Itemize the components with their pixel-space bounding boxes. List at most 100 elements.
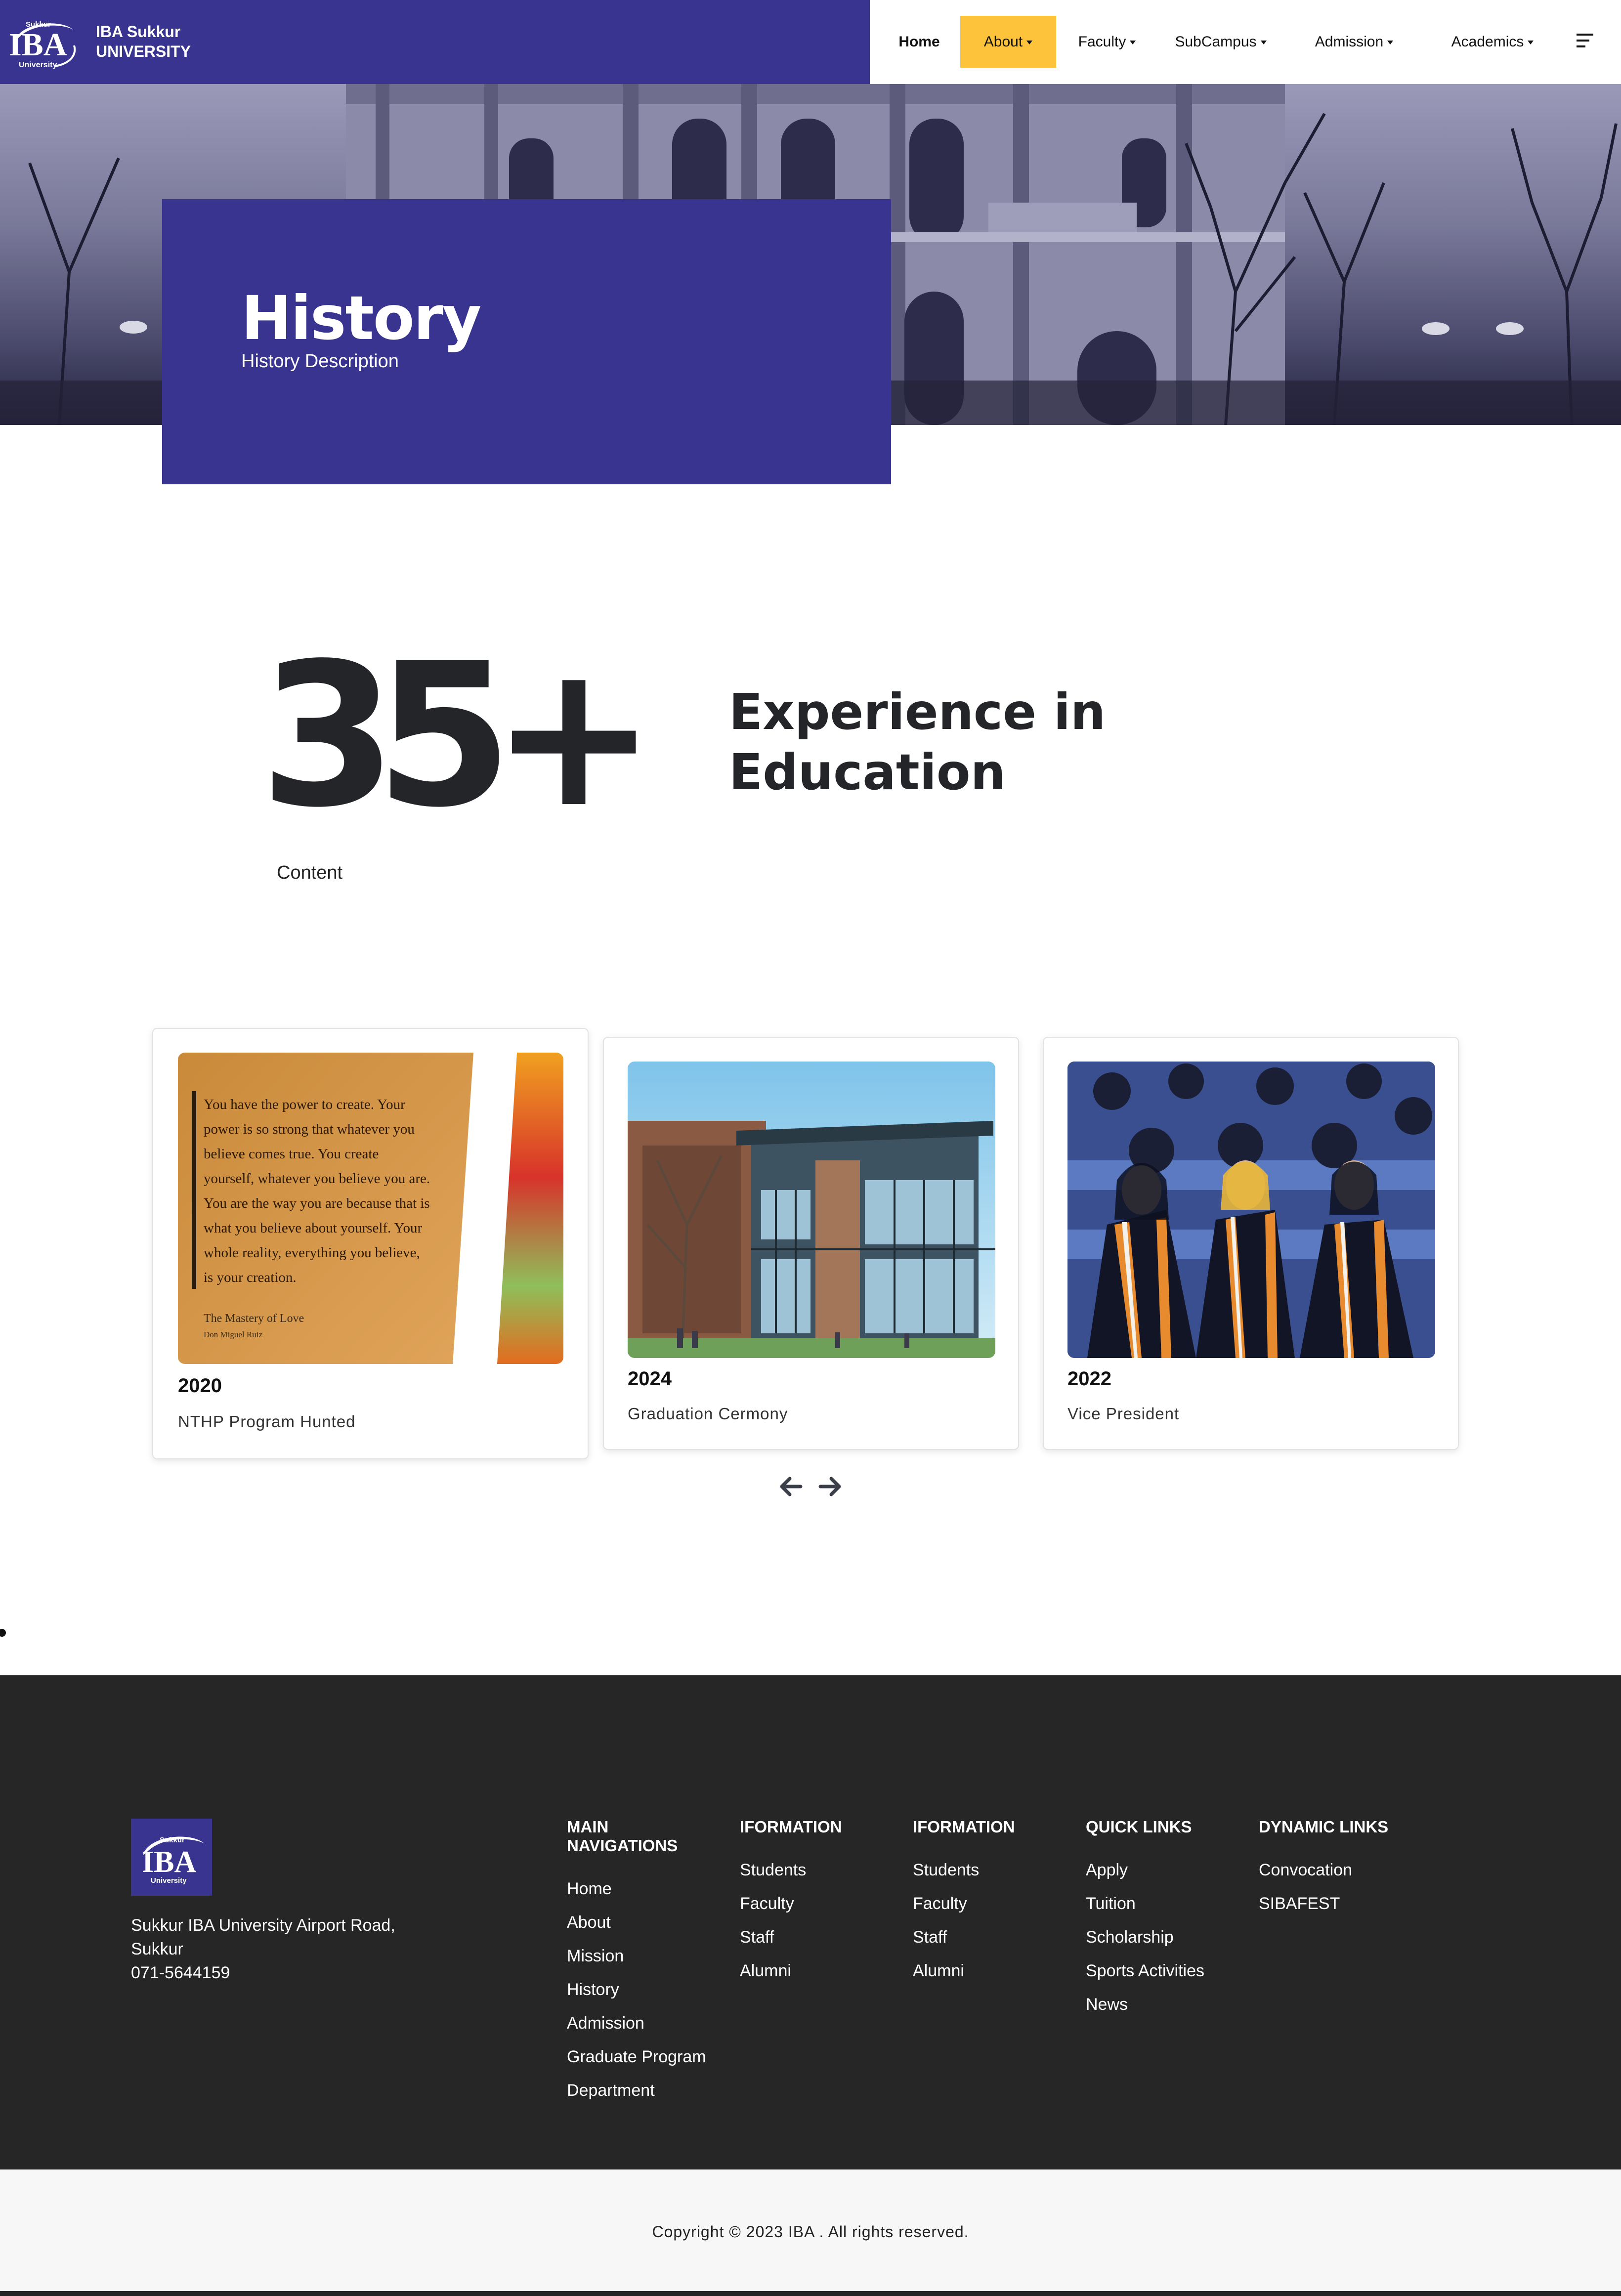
- chevron-down-icon: [1387, 41, 1394, 45]
- hamburger-menu-icon[interactable]: [1577, 34, 1594, 48]
- university-logo[interactable]: Sukkur IBA University: [5, 15, 79, 72]
- history-card-2022[interactable]: 2022 Vice President: [1043, 1037, 1459, 1450]
- quote-author: Don Miguel Ruiz: [204, 1330, 262, 1339]
- hero-title-card: History History Description: [162, 199, 891, 484]
- nav-subcampus[interactable]: SubCampus: [1166, 16, 1275, 68]
- footer-col-quick-links: QUICK LINKS Apply Tuition Scholarship Sp…: [1086, 1818, 1204, 2021]
- experience-content: Content: [277, 862, 343, 883]
- experience-title-line-2: Education: [729, 743, 1006, 801]
- nav-faculty-label: Faculty: [1078, 34, 1126, 50]
- footer-col-dynamic-links: DYNAMIC LINKS Convocation SIBAFEST: [1259, 1818, 1388, 1920]
- nav-academics-label: Academics: [1451, 34, 1524, 50]
- bullet-dot: [0, 1629, 6, 1637]
- footer-link-faculty[interactable]: Faculty: [913, 1887, 1015, 1920]
- chevron-down-icon: [1130, 41, 1136, 45]
- nav-home[interactable]: Home: [890, 16, 949, 68]
- chevron-down-icon: [1528, 41, 1534, 45]
- footer-link-staff[interactable]: Staff: [740, 1920, 842, 1954]
- footer-link-staff[interactable]: Staff: [913, 1920, 1015, 1954]
- heading-line-2: NAVIGATIONS: [567, 1836, 678, 1855]
- chevron-down-icon: [1026, 41, 1033, 45]
- nav-home-label: Home: [898, 34, 940, 50]
- bottom-border: [0, 2291, 1621, 2296]
- copyright-text: Copyright © 2023 IBA . All rights reserv…: [652, 2223, 969, 2241]
- quote-text: You have the power to create. Your power…: [204, 1097, 430, 1285]
- footer-link-sibafest[interactable]: SIBAFEST: [1259, 1887, 1388, 1920]
- footer-link-sports-activities[interactable]: Sports Activities: [1086, 1954, 1204, 1988]
- footer-logo-text: IBA: [142, 1845, 196, 1879]
- card-title: Graduation Cermony: [628, 1404, 788, 1423]
- footer-link-department[interactable]: Department: [567, 2074, 706, 2107]
- quote-poster-image: You have the power to create. Your power…: [178, 1053, 563, 1364]
- experience-number: 35+: [259, 621, 657, 851]
- card-title: NTHP Program Hunted: [178, 1412, 356, 1431]
- logo-text: IBA: [9, 27, 67, 63]
- footer-col-heading: IFORMATION: [740, 1818, 842, 1836]
- footer-link-scholarship[interactable]: Scholarship: [1086, 1920, 1204, 1954]
- address-line-2: Sukkur: [131, 1940, 183, 1958]
- footer-col-information-2: IFORMATION Students Faculty Staff Alumni: [913, 1818, 1015, 1988]
- nav-faculty[interactable]: Faculty: [1067, 16, 1147, 68]
- nav-admission[interactable]: Admission: [1305, 16, 1404, 68]
- arrow-left-icon[interactable]: [777, 1473, 805, 1500]
- campus-building-illustration: [628, 1062, 995, 1358]
- arrow-right-icon[interactable]: [816, 1473, 844, 1500]
- brand-line-1: IBA Sukkur: [96, 23, 181, 41]
- footer-col-heading: DYNAMIC LINKS: [1259, 1818, 1389, 1836]
- footer-col-information-1: IFORMATION Students Faculty Staff Alumni: [740, 1818, 842, 1988]
- card-year: 2022: [1067, 1368, 1111, 1390]
- brand-bar: Sukkur IBA University IBA Sukkur UNIVERS…: [0, 0, 870, 84]
- footer: Sukkur IBA University Sukkur IBA Univers…: [0, 1675, 1621, 2169]
- phone-number: 071-5644159: [131, 1963, 230, 1982]
- nav-admission-label: Admission: [1315, 34, 1384, 50]
- history-card-2020[interactable]: You have the power to create. Your power…: [152, 1028, 589, 1459]
- brand-name: IBA Sukkur UNIVERSITY: [96, 22, 191, 61]
- brand-line-2: UNIVERSITY: [96, 43, 191, 60]
- history-card-2024[interactable]: 2024 Graduation Cermony: [603, 1037, 1019, 1450]
- footer-col-heading: QUICK LINKS: [1086, 1818, 1192, 1836]
- experience-title-line-1: Experience in: [729, 683, 1106, 741]
- graduates-photo: [1067, 1062, 1435, 1358]
- logo-small-bottom: University: [19, 61, 57, 69]
- card-year: 2024: [628, 1368, 672, 1390]
- footer-link-convocation[interactable]: Convocation: [1259, 1853, 1388, 1887]
- nav-about-label: About: [983, 34, 1023, 50]
- heading-line-1: MAIN: [567, 1818, 609, 1836]
- footer-link-tuition[interactable]: Tuition: [1086, 1887, 1204, 1920]
- footer-col-heading: IFORMATION: [913, 1818, 1015, 1836]
- footer-link-faculty[interactable]: Faculty: [740, 1887, 842, 1920]
- copyright-bar: Copyright © 2023 IBA . All rights reserv…: [0, 2169, 1621, 2291]
- nav-academics[interactable]: Academics: [1438, 16, 1547, 68]
- footer-link-admission[interactable]: Admission: [567, 2006, 706, 2040]
- chevron-down-icon: [1260, 41, 1267, 45]
- footer-address: Sukkur IBA University Airport Road, Sukk…: [131, 1913, 437, 1985]
- page-subtitle: History Description: [241, 351, 399, 372]
- card-year: 2020: [178, 1375, 222, 1397]
- footer-link-about[interactable]: About: [567, 1906, 706, 1939]
- footer-link-graduate-program[interactable]: Graduate Program: [567, 2040, 706, 2074]
- footer-link-mission[interactable]: Mission: [567, 1939, 706, 1973]
- page-title: History: [241, 283, 481, 353]
- footer-col-heading: MAIN NAVIGATIONS: [567, 1818, 706, 1855]
- footer-link-apply[interactable]: Apply: [1086, 1853, 1204, 1887]
- quote-source: The Mastery of Love: [204, 1312, 304, 1325]
- footer-link-home[interactable]: Home: [567, 1872, 706, 1906]
- footer-link-students[interactable]: Students: [913, 1853, 1015, 1887]
- footer-link-students[interactable]: Students: [740, 1853, 842, 1887]
- footer-link-history[interactable]: History: [567, 1973, 706, 2006]
- footer-col-main-navigations: MAIN NAVIGATIONS Home About Mission Hist…: [567, 1818, 706, 2107]
- footer-logo-small-bottom: University: [151, 1876, 187, 1885]
- campus-building-photo: [628, 1062, 995, 1358]
- card-title: Vice President: [1067, 1404, 1180, 1423]
- footer-link-alumni[interactable]: Alumni: [740, 1954, 842, 1988]
- footer-link-news[interactable]: News: [1086, 1988, 1204, 2021]
- experience-title: Experience in Education: [729, 682, 1106, 803]
- footer-link-alumni[interactable]: Alumni: [913, 1954, 1015, 1988]
- nav-about[interactable]: About: [960, 16, 1056, 68]
- main-nav: Home About Faculty SubCampus Admission A…: [870, 0, 1621, 84]
- nav-subcampus-label: SubCampus: [1175, 34, 1257, 50]
- address-line-1: Sukkur IBA University Airport Road,: [131, 1916, 395, 1935]
- graduates-illustration: [1067, 1062, 1435, 1358]
- footer-logo[interactable]: Sukkur IBA University: [131, 1819, 212, 1896]
- footer-logo-small-top: Sukkur: [160, 1836, 185, 1844]
